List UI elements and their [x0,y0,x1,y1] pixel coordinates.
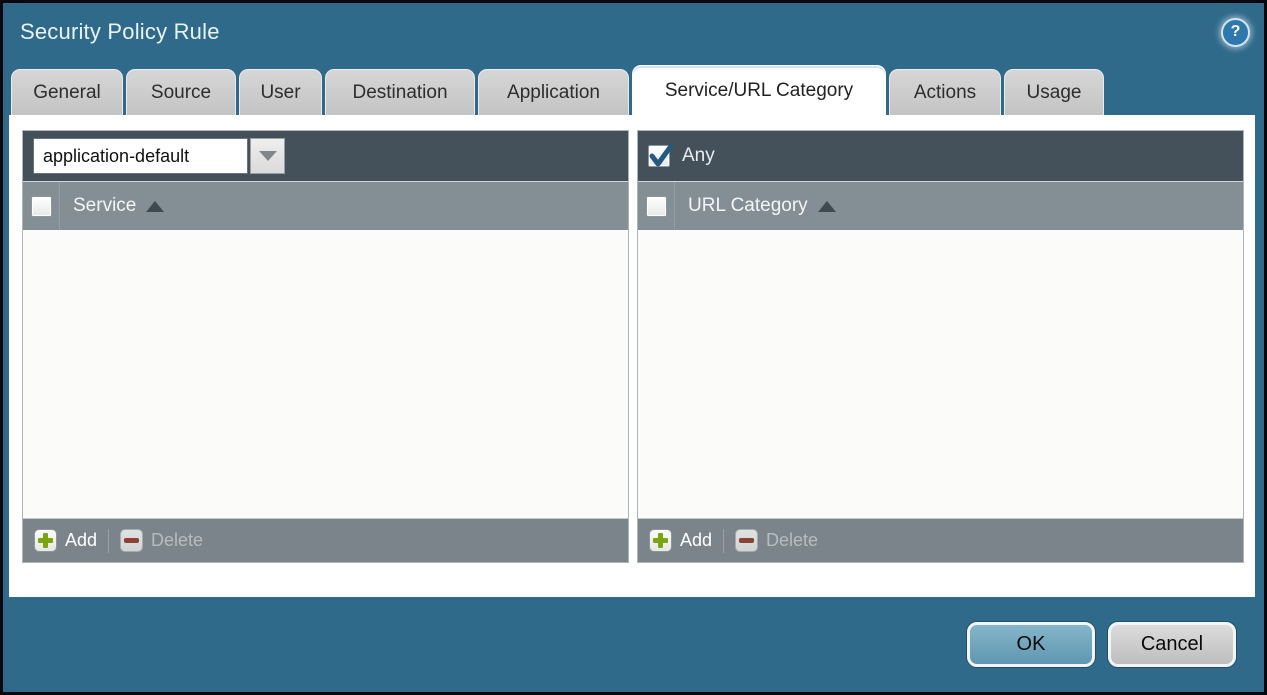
service-add-button[interactable]: Add [34,529,97,552]
url-category-list-body [638,230,1243,518]
tab-label: Actions [914,82,976,104]
dialog-title: Security Policy Rule [20,19,1221,45]
sort-ascending-icon [818,201,836,212]
tab-destination[interactable]: Destination [325,69,475,115]
service-column-header-row: Service [23,181,628,230]
cancel-button[interactable]: Cancel [1108,622,1236,667]
tab-general[interactable]: General [11,69,123,115]
ok-button[interactable]: OK [967,622,1095,667]
security-policy-rule-dialog: Security Policy Rule ? General Source Us… [3,3,1264,692]
service-delete-button[interactable]: Delete [120,529,203,552]
url-category-select-all-checkbox[interactable] [646,196,667,217]
service-panel: application-default Service [22,130,629,563]
delete-label: Delete [766,530,818,551]
service-column-label: Service [73,195,136,217]
tab-user[interactable]: User [239,69,322,115]
tab-actions[interactable]: Actions [889,69,1001,115]
tab-label: Destination [352,82,447,104]
url-category-delete-button[interactable]: Delete [735,529,818,552]
tab-strip: General Source User Destination Applicat… [3,61,1264,115]
any-checkbox[interactable] [648,145,670,167]
delete-minus-icon [120,529,143,552]
toolbar-separator [723,529,724,553]
url-category-add-button[interactable]: Add [649,529,712,552]
delete-minus-icon [735,529,758,552]
url-category-column-header[interactable]: URL Category [675,195,836,217]
url-category-header-bar: Any [638,131,1243,181]
add-label: Add [65,530,97,551]
service-select-all-checkbox[interactable] [31,196,52,217]
tab-label: User [260,82,300,104]
url-category-column-header-row: URL Category [638,181,1243,230]
url-category-column-label: URL Category [688,195,808,217]
tab-content-area: application-default Service [9,115,1255,597]
url-category-toolbar: Add Delete [638,518,1243,562]
chevron-down-icon [259,151,277,161]
tab-label: Service/URL Category [665,80,853,102]
sort-ascending-icon [146,201,164,212]
service-panel-header-bar: application-default [23,131,628,181]
tab-label: Usage [1027,82,1082,104]
add-label: Add [680,530,712,551]
service-toolbar: Add Delete [23,518,628,562]
url-category-panel: Any URL Category [637,130,1244,563]
service-list-body [23,230,628,518]
dropdown-button[interactable] [250,138,285,174]
tab-label: General [33,82,101,104]
question-mark-glyph: ? [1231,24,1241,40]
service-checkbox-cell [23,182,60,230]
delete-label: Delete [151,530,203,551]
tab-label: Source [151,82,211,104]
tab-service-url-category[interactable]: Service/URL Category [632,65,886,115]
service-type-dropdown[interactable]: application-default [33,137,285,175]
toolbar-separator [108,529,109,553]
title-bar: Security Policy Rule ? [3,3,1264,61]
service-type-dropdown-value[interactable]: application-default [33,138,248,174]
tab-application[interactable]: Application [478,69,629,115]
help-icon[interactable]: ? [1221,18,1250,47]
dialog-footer: OK Cancel [3,597,1264,692]
tab-label: Application [507,82,600,104]
any-label: Any [682,145,715,167]
add-plus-icon [34,529,57,552]
url-category-checkbox-cell [638,182,675,230]
service-column-header[interactable]: Service [60,195,164,217]
service-url-panels: application-default Service [22,130,1244,563]
add-plus-icon [649,529,672,552]
tab-source[interactable]: Source [126,69,236,115]
tab-usage[interactable]: Usage [1004,69,1104,115]
